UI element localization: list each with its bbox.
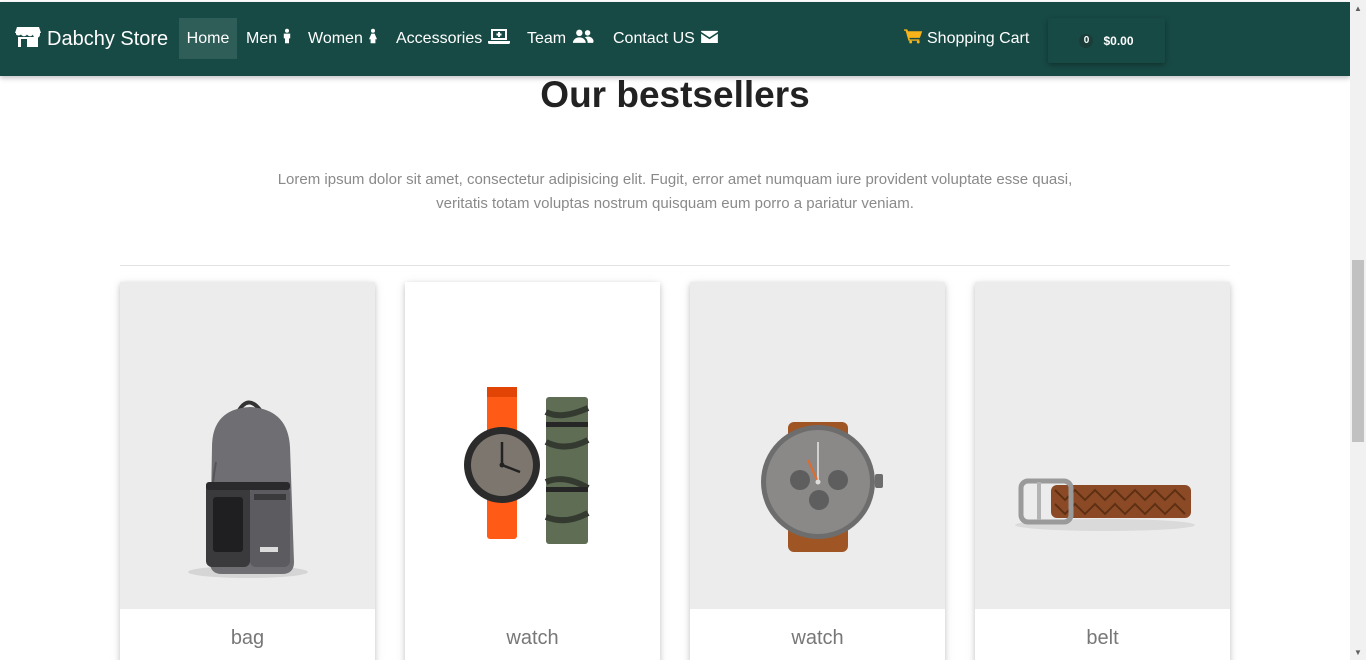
nav-home[interactable]: Home — [179, 18, 237, 59]
scroll-down-arrow-icon[interactable]: ▼ — [1350, 644, 1366, 660]
product-label: watch — [791, 627, 844, 649]
navbar: Dabchy Store Home Men Women Accessories … — [0, 2, 1350, 76]
product-image-watch-with-straps — [405, 282, 660, 609]
product-image-braided-belt — [975, 282, 1230, 609]
users-icon — [572, 29, 594, 49]
cart-count-badge: 0 — [1079, 33, 1094, 48]
envelope-icon — [700, 30, 718, 48]
nav-team-label: Team — [527, 29, 567, 47]
nav-accessories-label: Accessories — [396, 29, 483, 47]
product-label: belt — [1086, 627, 1119, 649]
nav-men[interactable]: Men — [238, 18, 299, 59]
brand-link[interactable]: Dabchy Store — [15, 2, 168, 76]
intro-paragraph: Lorem ipsum dolor sit amet, consectetur … — [277, 171, 1073, 212]
shopping-cart-label: Shopping Cart — [927, 29, 1030, 47]
product-card[interactable]: watch — [690, 282, 945, 660]
nav-home-label: Home — [186, 29, 230, 47]
nav-women-label: Women — [308, 29, 363, 47]
store-icon — [15, 25, 41, 53]
product-card[interactable]: belt — [975, 282, 1230, 660]
shopping-cart-icon — [903, 28, 923, 49]
section-divider — [120, 265, 1230, 266]
brand-name: Dabchy Store — [47, 27, 169, 50]
page-title: Our bestsellers — [540, 74, 810, 115]
nav-women[interactable]: Women — [300, 18, 385, 59]
laptop-medical-icon — [488, 28, 511, 49]
scrollbar-thumb[interactable] — [1352, 260, 1364, 442]
nav-contact[interactable]: Contact US — [605, 18, 726, 59]
product-card[interactable]: bag — [120, 282, 375, 660]
product-label: watch — [506, 627, 559, 649]
male-icon — [283, 28, 291, 49]
shopping-cart-link[interactable]: Shopping Cart — [896, 18, 1037, 59]
nav-contact-label: Contact US — [613, 29, 695, 47]
nav-team[interactable]: Team — [519, 18, 602, 59]
product-label: bag — [230, 627, 265, 649]
product-card[interactable]: watch — [405, 282, 660, 660]
cart-summary-button[interactable]: 0 $0.00 — [1048, 18, 1165, 63]
product-image-backpack — [120, 282, 375, 609]
scroll-up-arrow-icon[interactable]: ▲ — [1350, 0, 1366, 16]
product-image-chronograph-watch — [690, 282, 945, 609]
vertical-scrollbar[interactable]: ▲ ▼ — [1350, 0, 1366, 660]
nav-men-label: Men — [246, 29, 278, 47]
cart-total: $0.00 — [1103, 33, 1134, 48]
nav-accessories[interactable]: Accessories — [388, 18, 518, 59]
page-viewport: Dabchy Store Home Men Women Accessories … — [0, 0, 1350, 660]
female-icon — [368, 28, 377, 49]
